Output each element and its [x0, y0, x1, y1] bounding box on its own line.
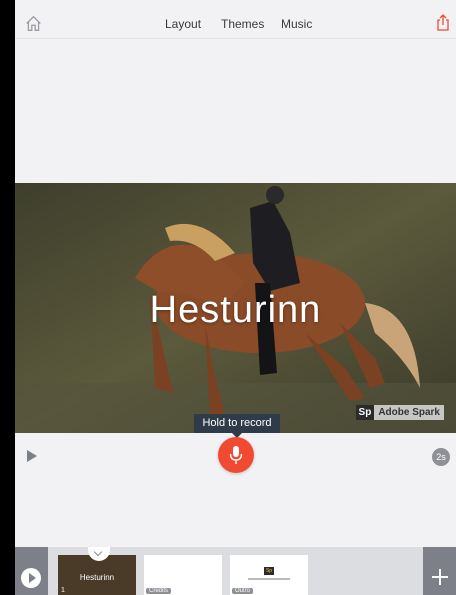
- tab-music[interactable]: Music: [281, 17, 312, 31]
- share-icon[interactable]: [436, 14, 450, 32]
- home-icon[interactable]: [25, 15, 42, 32]
- spark-logo: Sp: [355, 405, 375, 420]
- app-window: Layout Themes Music Hesturinn Sp Adobe S…: [15, 0, 456, 595]
- thumbnail-label: Credits: [146, 588, 172, 594]
- thumbnail-number: 1: [61, 587, 65, 594]
- preview-play-button[interactable]: [15, 547, 48, 595]
- thumbnail-title: Hesturinn: [79, 573, 115, 582]
- hold-to-record-tooltip: Hold to record: [194, 414, 280, 438]
- play-circle-icon: [21, 568, 41, 588]
- slide-thumbnail-outro[interactable]: Sp Outro: [230, 555, 308, 595]
- slide-thumbnail-1[interactable]: Hesturinn 1: [58, 555, 136, 595]
- outro-text-line: [248, 578, 290, 580]
- thumbnail-label: Outro: [232, 588, 254, 594]
- record-button[interactable]: [218, 437, 254, 473]
- microphone-icon: [229, 446, 243, 464]
- play-icon[interactable]: [26, 450, 38, 462]
- slide-title: Hesturinn: [149, 289, 322, 331]
- duration-badge[interactable]: 2s: [432, 448, 450, 466]
- tab-layout[interactable]: Layout: [165, 17, 201, 31]
- slide-preview[interactable]: Hesturinn Sp Adobe Spark: [15, 183, 456, 433]
- tab-themes[interactable]: Themes: [221, 17, 264, 31]
- add-slide-button[interactable]: [423, 547, 456, 595]
- spark-logo-mini: Sp: [264, 567, 274, 575]
- adobe-spark-watermark: Sp Adobe Spark: [355, 405, 444, 420]
- slide-thumbnail-credits[interactable]: Credits: [144, 555, 222, 595]
- slide-filmstrip: Hesturinn 1 Credits Sp Outro: [15, 547, 456, 595]
- watermark-text: Adobe Spark: [378, 407, 440, 418]
- top-toolbar: Layout Themes Music: [15, 10, 456, 39]
